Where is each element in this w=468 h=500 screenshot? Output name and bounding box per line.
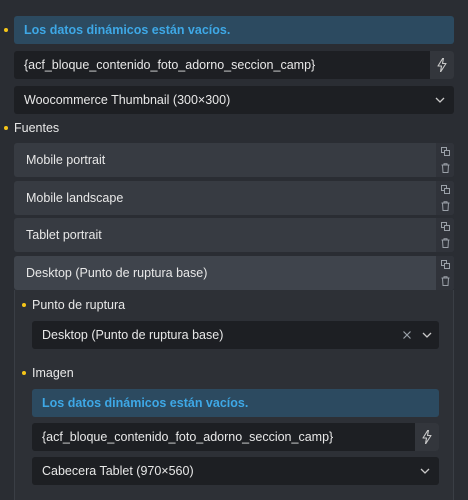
required-dot <box>22 371 26 375</box>
empty-dynamic-data-notice: Los datos dinámicos están vacíos. <box>14 16 454 44</box>
breakpoint-value: Desktop (Punto de ruptura base) <box>42 328 224 342</box>
clone-icon[interactable] <box>440 146 450 156</box>
required-dot <box>4 28 8 32</box>
required-dot <box>22 303 26 307</box>
image-size-select[interactable]: Cabecera Tablet (970×560) <box>32 457 439 485</box>
bolt-icon <box>437 58 447 72</box>
dynamic-tag-text: {acf_bloque_contenido_foto_adorno_seccio… <box>42 430 334 444</box>
chevron-down-icon <box>426 97 454 103</box>
trash-icon[interactable] <box>441 238 450 249</box>
dynamic-data-button[interactable] <box>430 51 454 79</box>
bolt-icon <box>422 430 432 444</box>
image-size-value: Cabecera Tablet (970×560) <box>42 464 194 478</box>
dynamic-tag-field[interactable]: {acf_bloque_contenido_foto_adorno_seccio… <box>14 51 454 79</box>
source-item-actions <box>436 143 454 177</box>
chevron-down-icon <box>415 332 439 338</box>
source-item-actions <box>436 256 454 290</box>
dynamic-tag-text: {acf_bloque_contenido_foto_adorno_seccio… <box>24 58 316 72</box>
dynamic-data-button[interactable] <box>415 423 439 451</box>
sources-label: Fuentes <box>14 121 60 135</box>
trash-icon[interactable] <box>441 201 450 212</box>
source-item-actions <box>436 181 454 215</box>
clone-icon[interactable] <box>440 221 450 231</box>
source-item-label: Desktop (Punto de ruptura base) <box>26 266 208 280</box>
clone-icon[interactable] <box>440 184 450 194</box>
clear-icon[interactable] <box>399 331 415 339</box>
trash-icon[interactable] <box>441 163 450 174</box>
notice-text: Los datos dinámicos están vacíos. <box>42 396 249 410</box>
image-size-select[interactable]: Woocommerce Thumbnail (300×300) <box>14 86 454 114</box>
source-item-mobile-landscape[interactable]: Mobile landscape <box>14 181 454 215</box>
source-item-desktop[interactable]: Desktop (Punto de ruptura base) <box>14 256 454 290</box>
source-item-tablet-portrait[interactable]: Tablet portrait <box>14 218 454 252</box>
source-item-mobile-portrait[interactable]: Mobile portrait <box>14 143 454 177</box>
source-item-label: Tablet portrait <box>26 228 102 242</box>
clone-icon[interactable] <box>440 259 450 269</box>
image-size-value: Woocommerce Thumbnail (300×300) <box>24 93 231 107</box>
trash-icon[interactable] <box>441 276 450 287</box>
source-item-label: Mobile portrait <box>26 153 106 167</box>
empty-dynamic-data-notice: Los datos dinámicos están vacíos. <box>32 389 439 417</box>
notice-text: Los datos dinámicos están vacíos. <box>24 23 231 37</box>
source-item-label: Mobile landscape <box>26 191 124 205</box>
required-dot <box>4 126 8 130</box>
breakpoint-label: Punto de ruptura <box>32 298 126 312</box>
chevron-down-icon <box>411 468 439 474</box>
image-label: Imagen <box>32 366 74 380</box>
source-item-actions <box>436 218 454 252</box>
breakpoint-select[interactable]: Desktop (Punto de ruptura base) <box>32 321 439 349</box>
image-dynamic-tag-field[interactable]: {acf_bloque_contenido_foto_adorno_seccio… <box>32 423 439 451</box>
